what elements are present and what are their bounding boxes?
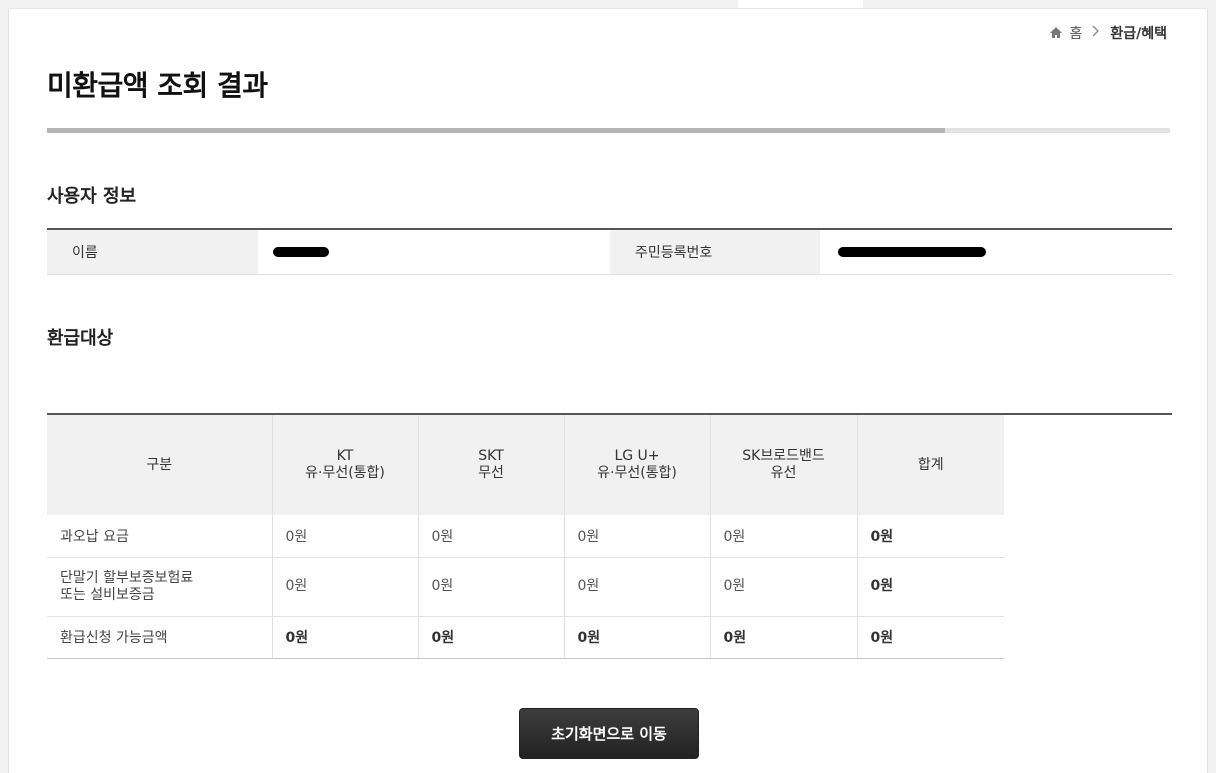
cell-total: 0원: [857, 557, 1004, 617]
name-label: 이름: [47, 230, 258, 274]
cell-value: 0원: [418, 616, 565, 659]
table-row: 과오납 요금 0원 0원 0원 0원 0원: [47, 515, 1004, 558]
breadcrumb-home[interactable]: 홈: [1069, 23, 1082, 43]
refund-target-title: 환급대상: [47, 328, 114, 349]
table-header-row: 구분 KT 유·무선(통합) SKT 무선 LG U+ 유·무선(통합) SK브로드밴…: [47, 415, 1004, 515]
chevron-right-icon: [1092, 25, 1100, 41]
table-row: 단말기 할부보증보험료 또는 설비보증금 0원 0원 0원 0원 0원: [47, 557, 1004, 617]
header-label: 합계: [917, 456, 944, 473]
cell-value: 0원: [710, 616, 858, 659]
row-label: 단말기 할부보증보험료 또는 설비보증금: [47, 557, 273, 617]
cell-value: 0원: [564, 616, 711, 659]
cell-value: 0원: [564, 557, 711, 617]
cell-total: 0원: [857, 515, 1004, 558]
go-home-button[interactable]: 초기화면으로 이동: [519, 708, 699, 759]
header-label: SK브로드밴드 유선: [742, 448, 825, 481]
row-label-text: 단말기 할부보증보험료 또는 설비보증금: [60, 569, 194, 603]
cell-value: 0원: [418, 515, 565, 558]
header-label: KT 유·무선(통합): [305, 448, 385, 481]
name-value: [258, 230, 610, 274]
main-panel: 홈 환급/혜택 미환급액 조회 결과 사용자 정보 이름 주민등록번호 환급대상: [8, 8, 1208, 773]
header-skb: SK브로드밴드 유선: [710, 415, 858, 515]
header-label: SKT 무선: [478, 448, 504, 481]
cell-value: 0원: [272, 557, 419, 617]
rrn-label: 주민등록번호: [610, 230, 820, 274]
home-icon[interactable]: [1049, 26, 1063, 40]
row-label: 과오납 요금: [47, 515, 273, 558]
header-category: 구분: [47, 415, 273, 515]
header-kt: KT 유·무선(통합): [272, 415, 419, 515]
cell-value: 0원: [272, 515, 419, 558]
breadcrumb-current[interactable]: 환급/혜택: [1110, 23, 1167, 43]
table-row: 환급신청 가능금액 0원 0원 0원 0원 0원: [47, 616, 1004, 659]
header-skt: SKT 무선: [418, 415, 565, 515]
cell-value: 0원: [418, 557, 565, 617]
progress-bar: [47, 128, 1170, 133]
refund-table: 구분 KT 유·무선(통합) SKT 무선 LG U+ 유·무선(통합) SK브로드밴…: [47, 413, 1172, 659]
page-title: 미환급액 조회 결과: [47, 69, 268, 102]
header-label: LG U+ 유·무선(통합): [597, 448, 677, 481]
user-info-table: 이름 주민등록번호: [47, 228, 1172, 275]
header-total: 합계: [857, 415, 1004, 515]
rrn-value: [820, 230, 1172, 274]
row-label: 환급신청 가능금액: [47, 616, 273, 659]
cell-value: 0원: [564, 515, 711, 558]
cell-value: 0원: [710, 515, 858, 558]
redacted-rrn: [838, 247, 986, 257]
progress-fill: [47, 128, 946, 133]
breadcrumb: 홈 환급/혜택: [1049, 23, 1167, 43]
cell-value: 0원: [710, 557, 858, 617]
redacted-name: [273, 247, 329, 257]
header-label: 구분: [146, 456, 173, 473]
header-lgu: LG U+ 유·무선(통합): [564, 415, 711, 515]
user-info-title: 사용자 정보: [47, 186, 137, 207]
cell-total: 0원: [857, 616, 1004, 659]
top-tab-strip: [738, 0, 863, 8]
cell-value: 0원: [272, 616, 419, 659]
